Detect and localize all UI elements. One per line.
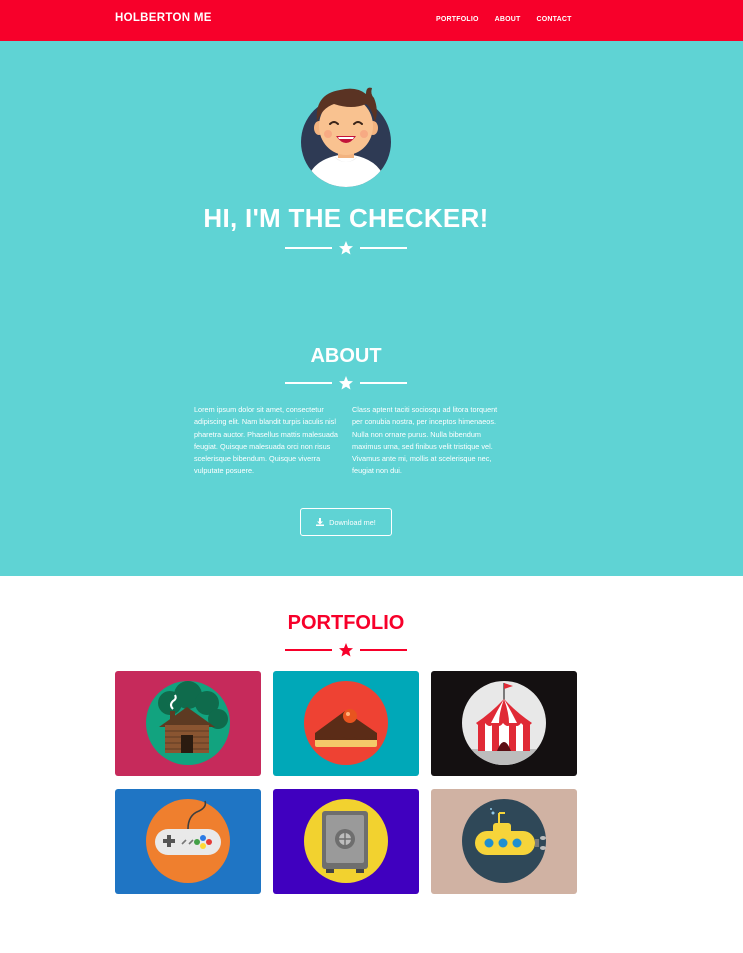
hero-title: HI, I'M THE CHECKER! bbox=[203, 203, 489, 233]
portfolio-item-cabin[interactable] bbox=[115, 671, 261, 776]
portfolio-item-cake[interactable] bbox=[273, 671, 419, 776]
game-controller-icon bbox=[146, 799, 230, 883]
download-icon bbox=[316, 518, 325, 526]
star-icon bbox=[339, 643, 353, 657]
nav-links: PORTFOLIO ABOUT CONTACT bbox=[436, 16, 572, 23]
download-button[interactable]: Download me! bbox=[300, 508, 392, 536]
portfolio-title: PORTFOLIO bbox=[287, 612, 405, 634]
avatar-icon bbox=[301, 87, 391, 187]
cake-icon bbox=[304, 681, 388, 765]
about-text-left: Lorem ipsum dolor sit amet, consectetur … bbox=[194, 405, 338, 476]
portfolio-item-controller[interactable] bbox=[115, 789, 261, 894]
safe-icon bbox=[304, 799, 388, 883]
portfolio-item-circus[interactable] bbox=[431, 671, 577, 776]
star-icon bbox=[339, 376, 353, 390]
about-star-divider bbox=[285, 376, 407, 390]
portfolio-star-divider bbox=[285, 643, 407, 657]
submarine-icon bbox=[462, 799, 546, 883]
star-icon bbox=[339, 241, 353, 255]
navbar: HOLBERTON ME PORTFOLIO ABOUT CONTACT bbox=[0, 0, 743, 41]
hero-star-divider bbox=[285, 241, 407, 255]
portfolio-item-submarine[interactable] bbox=[431, 789, 577, 894]
nav-link-contact[interactable]: CONTACT bbox=[537, 16, 572, 23]
portfolio-item-safe[interactable] bbox=[273, 789, 419, 894]
cabin-icon bbox=[146, 681, 230, 765]
brand-link[interactable]: HOLBERTON ME bbox=[115, 12, 212, 24]
about-text-right: Class aptent taciti sociosqu ad litora t… bbox=[352, 405, 498, 476]
circus-tent-icon bbox=[462, 681, 546, 765]
about-title: ABOUT bbox=[310, 345, 382, 367]
nav-link-about[interactable]: ABOUT bbox=[495, 16, 521, 23]
download-label: Download me! bbox=[329, 517, 376, 527]
nav-link-portfolio[interactable]: PORTFOLIO bbox=[436, 16, 479, 23]
avatar bbox=[300, 84, 392, 188]
